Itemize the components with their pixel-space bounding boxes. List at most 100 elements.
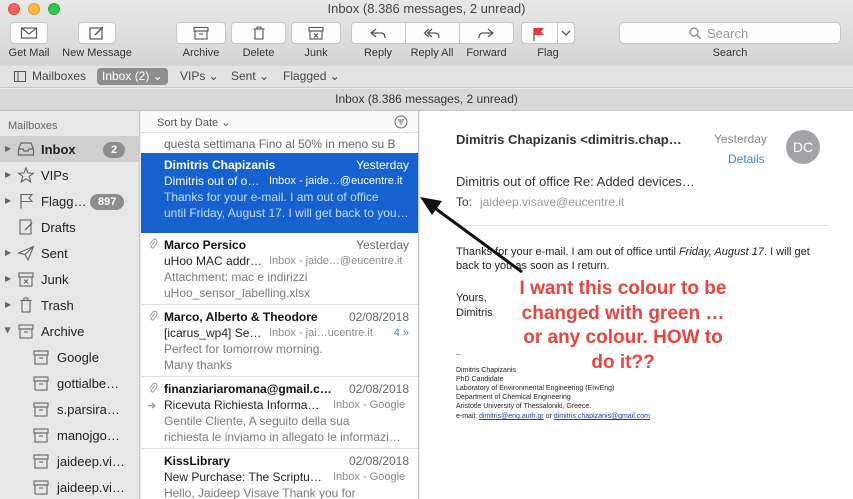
chevron-down-icon[interactable] (561, 29, 571, 37)
favorites-flagged[interactable]: Flagged ⌄ (278, 68, 345, 85)
sidebar-item-vips[interactable]: ▶ VIPs (0, 162, 139, 188)
message-preview-line: richiesta le inviamo in allegato le info… (164, 430, 401, 444)
disclosure-triangle-icon[interactable]: ▶ (5, 300, 11, 309)
message-mailbox: Inbox - Google (333, 399, 406, 411)
reply-all-icon (423, 28, 440, 39)
forwarded-arrow-icon: ➜ (147, 400, 157, 412)
disclosure-triangle-open-icon[interactable]: ▶ (4, 327, 13, 333)
email-link[interactable]: dimitris@eng.auth.gr (479, 413, 544, 420)
disclosure-triangle-icon[interactable]: ▶ (5, 248, 11, 257)
sidebar-item-sent[interactable]: ▶ Sent (0, 240, 139, 266)
sidebar-item-label: manojgo… (57, 428, 120, 443)
disclosure-triangle-icon[interactable]: ▶ (5, 170, 11, 179)
sidebar-item-label: VIPs (41, 168, 69, 183)
message-sender: Marco Persico (164, 238, 247, 252)
envelope-icon (20, 27, 38, 39)
message-preview-line: Perfect for tomorrow morning. (164, 342, 323, 356)
archive-box-icon (33, 480, 49, 495)
sidebar-item-flagged[interactable]: ▶ Flagg… 897 (0, 188, 139, 214)
reply-all-button[interactable] (409, 24, 455, 42)
message-preview-line: Attachment: mac e indirizzi (164, 270, 308, 284)
message-date: Yesterday (356, 158, 409, 172)
search-input[interactable] (707, 24, 827, 42)
favorites-inbox[interactable]: Inbox (2) ⌄ (97, 68, 168, 85)
sidebar-item-junk[interactable]: ▶ Junk (0, 266, 139, 292)
sidebar-item-gottialbe[interactable]: gottialbe… (0, 370, 139, 396)
window-title: Inbox (8.386 messages, 2 unread) (327, 1, 526, 16)
message-row[interactable]: KissLibrary 02/08/2018 New Purchase: The… (141, 449, 418, 499)
message-sender: finanziariaromana@gmail.c… (164, 382, 332, 396)
details-link[interactable]: Details (728, 152, 765, 166)
sidebar-item-label: Flagg… (41, 194, 87, 209)
reply-button[interactable] (355, 24, 401, 42)
recipient-address[interactable]: jaideep.visave@eucentre.it (480, 195, 624, 209)
message-subject: [icarus_wp4] Se… (164, 326, 262, 340)
sidebar-item-inbox[interactable]: ▶ Inbox 2 (0, 136, 139, 162)
sidebar-item-google[interactable]: Google (0, 344, 139, 370)
reply-all-label: Reply All (410, 47, 454, 59)
get-mail-button[interactable] (10, 22, 48, 44)
sidebar-heading: Mailboxes (8, 120, 58, 132)
segment-divider (557, 22, 558, 44)
message-subject: uHoo MAC addr… (164, 254, 263, 268)
sidebar-item-sparsira[interactable]: s.parsira… (0, 396, 139, 422)
red-flag-icon (533, 28, 544, 41)
sidebar-item-label: Archive (41, 324, 85, 339)
new-message-label: New Message (62, 47, 132, 59)
sidebar-item-jaideep-1[interactable]: jaideep.vi… (0, 448, 139, 474)
sidebar-toggle-icon[interactable] (14, 71, 26, 82)
paperclip-icon (149, 238, 158, 249)
new-message-button[interactable] (78, 22, 116, 44)
signature-email-line: e-mail: dimitris@eng.auth.gr or dimitris… (456, 413, 650, 420)
paperclip-icon (149, 382, 158, 393)
message-row[interactable]: Marco Persico Yesterday uHoo MAC addr… I… (141, 233, 418, 305)
message-row-selected[interactable]: Dimitris Chapizanis Yesterday Dimitris o… (141, 153, 418, 233)
email-label: e-mail: (456, 413, 479, 420)
junk-button[interactable] (291, 22, 341, 44)
disclosure-triangle-icon[interactable]: ▶ (5, 196, 11, 205)
archive-box-icon (33, 376, 49, 391)
favorites-vips[interactable]: VIPs ⌄ (175, 68, 224, 85)
message-subject: Ricevuta Richiesta Informa… (164, 398, 320, 412)
sidebar-item-drafts[interactable]: Drafts (0, 214, 139, 240)
archive-button[interactable] (176, 22, 226, 44)
paperclip-icon (149, 310, 158, 321)
message-preview-line: Many thanks (164, 358, 233, 372)
email-link[interactable]: dimitris.chapizanis@gmail.com (554, 413, 650, 420)
archive-box-icon (33, 454, 49, 469)
sidebar-item-archive[interactable]: ▶ Archive (0, 318, 139, 344)
forward-button[interactable] (463, 24, 509, 42)
forward-arrow-icon (478, 28, 495, 39)
sidebar-item-jaideep-2[interactable]: jaideep.vi… (0, 474, 139, 499)
sidebar-item-label: Google (57, 350, 99, 365)
disclosure-triangle-icon[interactable]: ▶ (5, 274, 11, 283)
flag-icon (20, 193, 34, 209)
favorites-sent[interactable]: Sent ⌄ (226, 68, 274, 85)
segment-divider (405, 22, 406, 44)
thread-count[interactable]: 4 » (394, 327, 409, 339)
sort-by-date-button[interactable]: Sort by Date ⌄ (157, 116, 230, 129)
sidebar-item-label: jaideep.vi… (57, 454, 125, 469)
message-date: Yesterday (356, 238, 409, 252)
inbox-tray-icon (17, 142, 35, 156)
sidebar-item-manojgo[interactable]: manojgo… (0, 422, 139, 448)
filter-icon[interactable] (394, 115, 408, 129)
disclosure-triangle-icon[interactable]: ▶ (5, 144, 11, 153)
sidebar-item-label: gottialbe… (57, 376, 120, 391)
message-subject: New Purchase: The Scriptu… (164, 470, 322, 484)
flag-label: Flag (537, 47, 559, 59)
avatar: DC (786, 130, 820, 164)
sidebar-item-label: Trash (41, 298, 74, 313)
message-row[interactable]: Marco, Alberto & Theodore 02/08/2018 [ic… (141, 305, 418, 377)
sort-bar: Sort by Date ⌄ (141, 111, 418, 133)
trash-icon (20, 297, 32, 313)
favorites-mailboxes[interactable]: Mailboxes (27, 68, 91, 85)
star-icon (17, 167, 35, 183)
delete-button[interactable] (231, 22, 286, 44)
message-row[interactable]: ➜ finanziariaromana@gmail.c… 02/08/2018 … (141, 377, 418, 449)
sidebar-item-trash[interactable]: ▶ Trash (0, 292, 139, 318)
signoff-name: Dimitris (456, 307, 493, 319)
mailbox-status: Inbox (8.386 messages, 2 unread) (0, 89, 853, 111)
unread-count-badge: 2 (103, 142, 126, 158)
header-divider (456, 225, 828, 226)
